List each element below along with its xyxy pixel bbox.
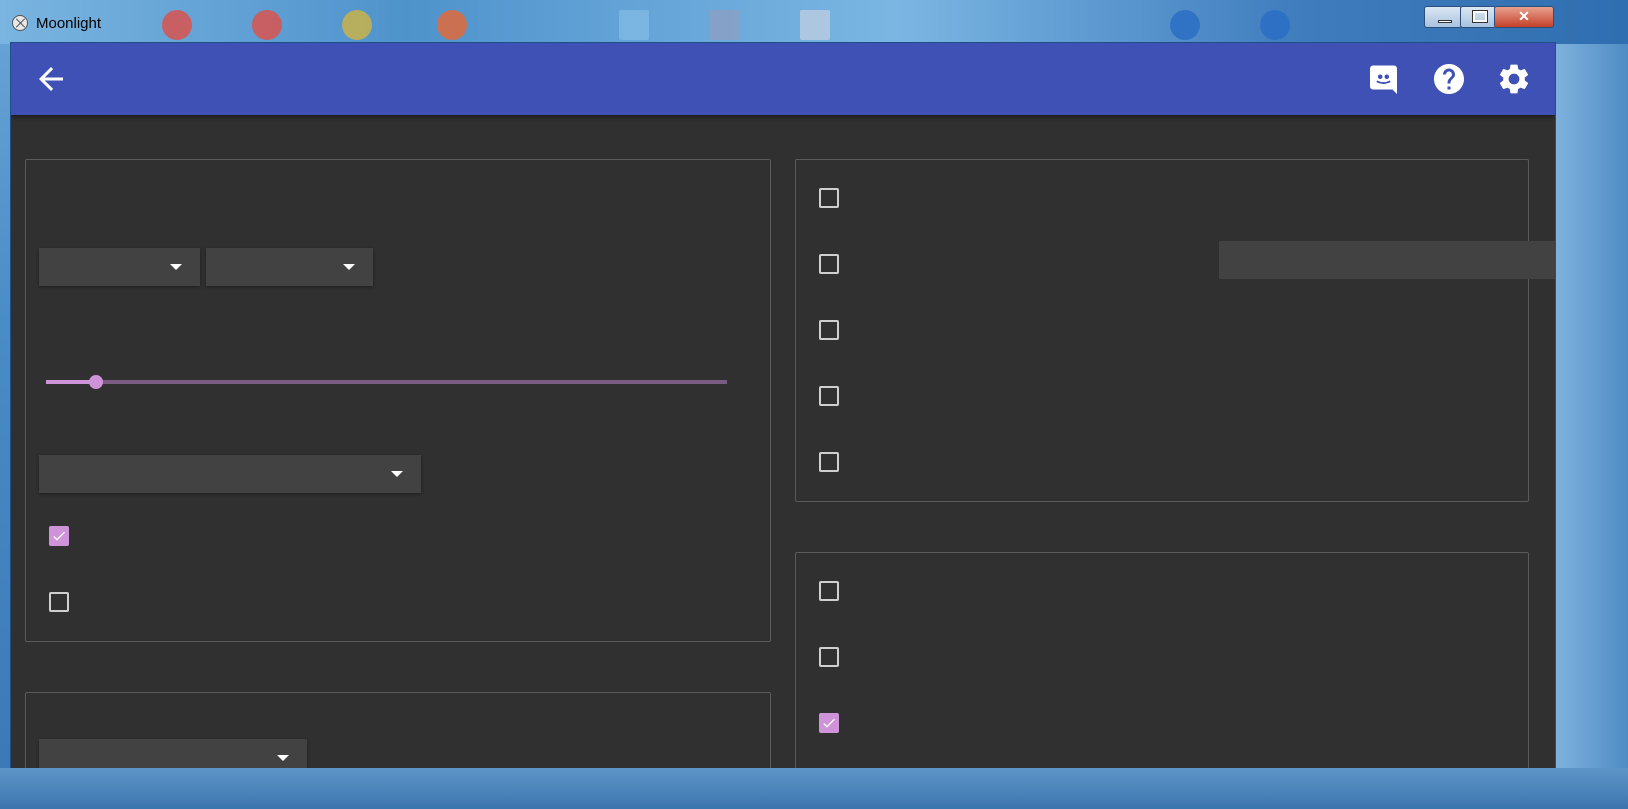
desktop-icon (162, 10, 192, 40)
chevron-down-icon (277, 755, 289, 761)
input-checkbox-3[interactable] (819, 320, 839, 340)
app-toolbar (11, 43, 1555, 115)
ui-settings-card (795, 552, 1529, 768)
maximize-icon (1472, 10, 1488, 23)
maximize-button[interactable] (1460, 6, 1496, 28)
input-checkbox-4[interactable] (819, 386, 839, 406)
title-bar[interactable]: Moonlight ✕ (0, 0, 1628, 44)
audio-select[interactable] (39, 739, 307, 768)
desktop-icon (1260, 10, 1290, 40)
desktop-background (1555, 44, 1628, 769)
discord-button[interactable] (1367, 61, 1403, 97)
ui-checkbox-2[interactable] (819, 647, 839, 667)
desktop-icon (1170, 10, 1200, 40)
app-client-area (10, 42, 1556, 769)
desktop-icon (342, 10, 372, 40)
left-checkbox-1[interactable] (49, 526, 69, 546)
bitrate-slider-thumb[interactable] (89, 375, 103, 389)
discord-icon (1370, 65, 1397, 94)
desktop-icon (437, 10, 467, 40)
input-checkbox-1[interactable] (819, 188, 839, 208)
input-checkbox-5[interactable] (819, 452, 839, 472)
ui-checkbox-1[interactable] (819, 581, 839, 601)
desktop-icon (619, 10, 649, 40)
left-checkbox-2[interactable] (49, 592, 69, 612)
help-button[interactable] (1431, 61, 1467, 97)
tooltip (1219, 241, 1555, 279)
arrow-left-icon (39, 67, 63, 91)
desktop-icon (252, 10, 282, 40)
desktop-icon (709, 10, 739, 40)
close-button[interactable]: ✕ (1494, 6, 1554, 28)
settings-button[interactable] (1496, 61, 1532, 97)
fps-select[interactable] (206, 248, 373, 286)
help-circle-icon (1434, 64, 1464, 94)
window-title: Moonlight (36, 15, 102, 32)
back-button[interactable] (33, 61, 69, 97)
minimize-button[interactable] (1424, 6, 1462, 28)
basic-settings-card (25, 159, 771, 642)
chevron-down-icon (343, 264, 355, 270)
chevron-down-icon (391, 471, 403, 477)
ui-checkbox-3[interactable] (819, 713, 839, 733)
chevron-down-icon (170, 264, 182, 270)
window-frame: Moonlight ✕ (0, 0, 1628, 809)
minimize-icon (1438, 20, 1452, 23)
desktop-icon (800, 10, 830, 40)
close-icon: ✕ (1518, 8, 1530, 24)
checkmark-icon (53, 531, 65, 541)
resolution-select[interactable] (39, 248, 200, 286)
checkmark-icon (823, 718, 835, 728)
input-checkbox-2[interactable] (819, 254, 839, 274)
taskbar (0, 768, 1628, 809)
bitrate-slider-track[interactable] (46, 380, 727, 384)
display-mode-select[interactable] (39, 455, 421, 493)
gear-icon (1499, 64, 1529, 94)
input-settings-card (795, 159, 1529, 502)
moonlight-app-icon (12, 15, 28, 31)
